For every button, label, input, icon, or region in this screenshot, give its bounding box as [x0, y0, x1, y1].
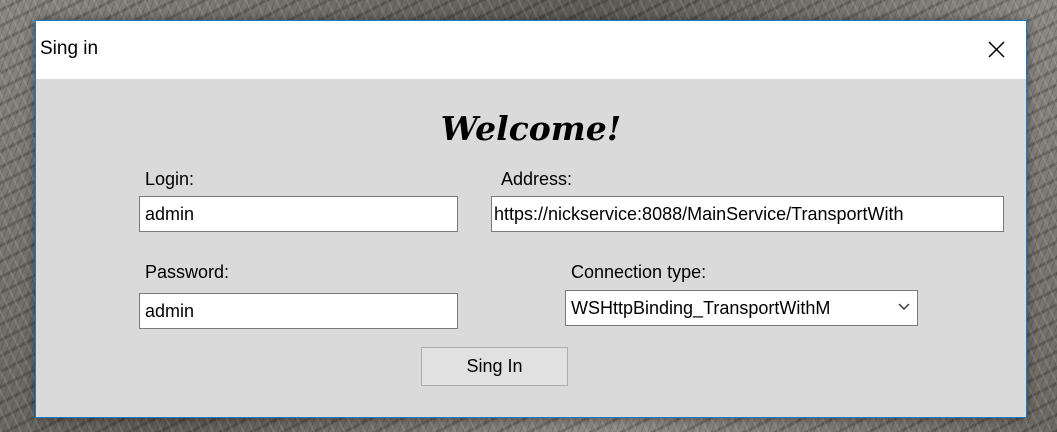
title-bar: Sing in [36, 21, 1026, 79]
sign-in-button[interactable]: Sing In [421, 347, 568, 386]
login-label: Login: [145, 169, 195, 189]
connection-type-label: Connection type: [571, 262, 707, 282]
address-input[interactable] [491, 196, 1004, 232]
connection-type-value: WSHttpBinding_TransportWithM [571, 298, 831, 318]
close-icon [988, 41, 1005, 58]
chevron-down-icon [898, 303, 910, 310]
address-label: Address: [501, 169, 573, 189]
password-input[interactable] [139, 293, 458, 329]
connection-type-select[interactable]: WSHttpBinding_TransportWithM [565, 290, 918, 326]
close-button[interactable] [968, 21, 1026, 79]
welcome-heading: Welcome! [440, 109, 622, 148]
window-title: Sing in [40, 38, 99, 59]
dropdown-arrow[interactable] [891, 291, 917, 325]
password-label: Password: [145, 262, 230, 282]
sign-in-dialog: Sing in Welcome! Login: Address: Passwor… [35, 20, 1027, 418]
login-input[interactable] [139, 196, 458, 232]
